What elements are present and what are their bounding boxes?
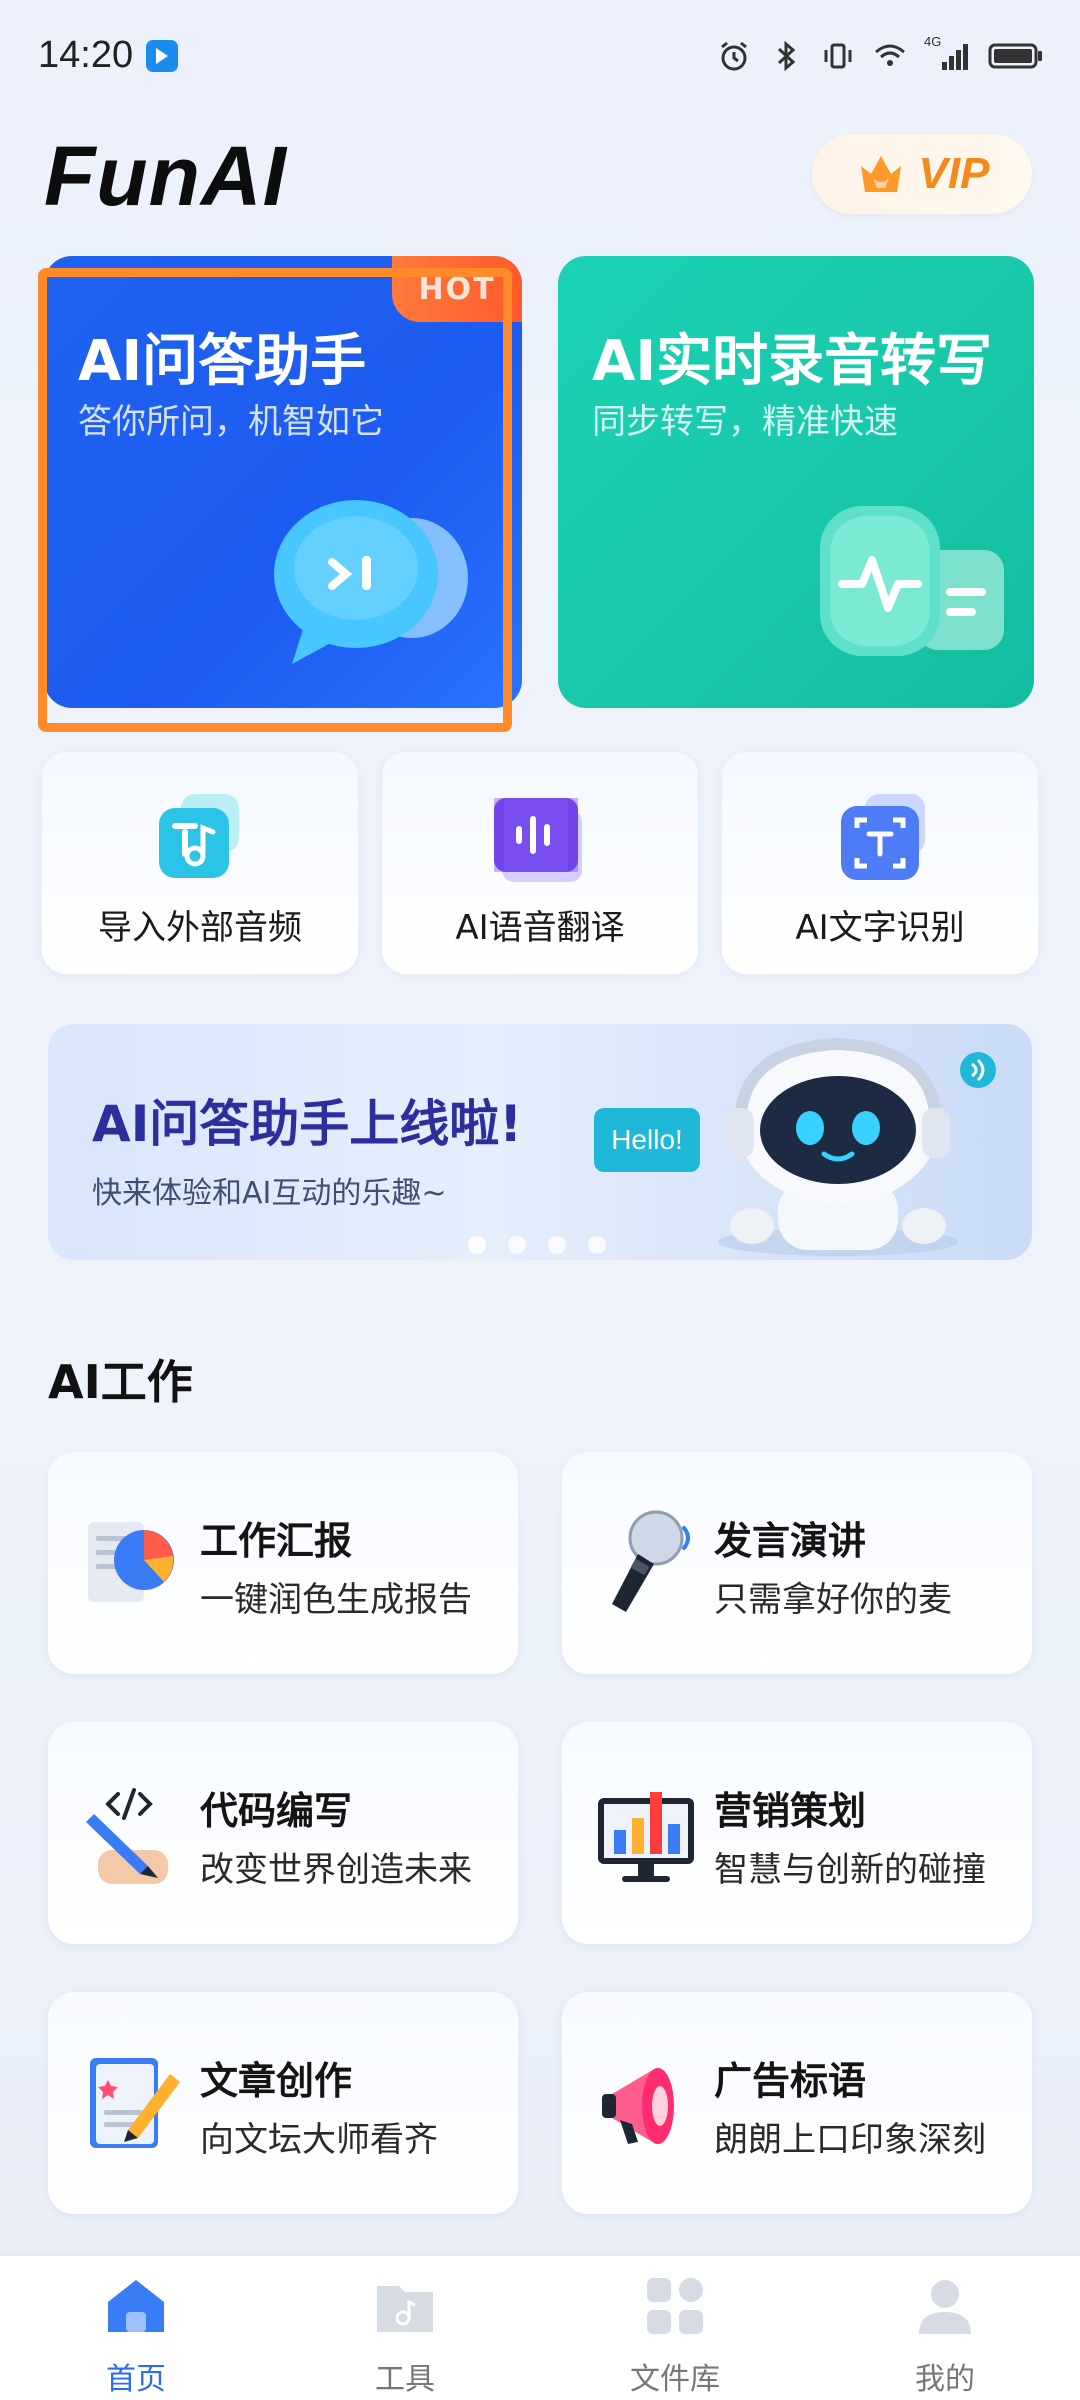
text-scan-icon <box>841 794 925 880</box>
report-chart-icon <box>88 1522 174 1602</box>
work-title: 文章创作 <box>200 2059 353 2103</box>
hero-rec-title: AI实时录音转写 <box>592 329 993 394</box>
hello-bubble: Hello! <box>594 1108 700 1172</box>
vip-button[interactable]: VIP <box>812 134 1032 214</box>
battery-icon <box>988 43 1042 69</box>
nav-label: 我的 <box>915 2362 975 2397</box>
chat-bubble-icon <box>274 500 468 664</box>
nav-item-home[interactable]: 首页 <box>46 2270 226 2397</box>
nav-label: 工具 <box>375 2362 435 2397</box>
nav-item-me[interactable]: 我的 <box>855 2270 1035 2397</box>
microphone-icon <box>612 1510 690 1612</box>
work-subtitle: 向文坛大师看齐 <box>200 2120 438 2160</box>
ai-qa-assistant-card[interactable]: AI问答助手 答你所问，机智如它 HOT <box>44 256 522 708</box>
voice-wave-icon <box>494 798 582 882</box>
tool-label: AI文字识别 <box>795 908 965 948</box>
work-card-slogan[interactable]: 广告标语 朗朗上口印象深刻 <box>562 1992 1032 2214</box>
hero-qa-title: AI问答助手 <box>78 329 367 394</box>
nav-label: 首页 <box>106 2362 166 2397</box>
work-card-code[interactable]: 代码编写 改变世界创造未来 <box>48 1722 518 1944</box>
banner-title: AI问答助手上线啦! <box>92 1095 523 1153</box>
hot-badge: HOT <box>392 256 522 322</box>
ai-realtime-transcribe-card[interactable]: AI实时录音转写 同步转写，精准快速 <box>558 256 1034 708</box>
page-dot[interactable] <box>508 1236 526 1254</box>
work-title: 广告标语 <box>714 2059 867 2103</box>
robot-illustration-icon <box>718 1037 996 1256</box>
nav-label: 文件库 <box>630 2362 720 2397</box>
tool-voice-translate[interactable]: AI语音翻译 <box>382 752 698 974</box>
tool-label: 导入外部音频 <box>98 908 302 948</box>
work-card-speech[interactable]: 发言演讲 只需拿好你的麦 <box>562 1452 1032 1674</box>
page-dot[interactable] <box>468 1236 486 1254</box>
vibrate-icon <box>824 43 852 69</box>
work-title: 工作汇报 <box>200 1519 353 1563</box>
page-dot[interactable] <box>588 1236 606 1254</box>
page-dot[interactable] <box>548 1236 566 1254</box>
tool-label: AI语音翻译 <box>455 908 625 948</box>
profile-icon <box>919 2280 971 2334</box>
work-card-marketing[interactable]: 营销策划 智慧与创新的碰撞 <box>562 1722 1032 1944</box>
file-library-icon <box>647 2278 703 2334</box>
status-icons: 4G <box>716 34 1044 74</box>
status-time: 14:20 <box>38 34 134 76</box>
work-subtitle: 改变世界创造未来 <box>200 1850 472 1890</box>
work-subtitle: 一键润色生成报告 <box>200 1580 472 1620</box>
alarm-icon <box>721 41 747 71</box>
music-import-icon <box>159 794 239 878</box>
section-title: AI工作 <box>48 1355 193 1409</box>
bottom-navigation: 首页 工具 文件库 我的 <box>0 2256 1080 2400</box>
crown-icon <box>860 156 901 192</box>
tools-folder-icon <box>377 2286 433 2332</box>
nav-item-tools[interactable]: 工具 <box>315 2270 495 2397</box>
code-pen-icon <box>86 1788 168 1884</box>
tool-text-recognition[interactable]: AI文字识别 <box>722 752 1038 974</box>
work-title: 代码编写 <box>200 1789 353 1833</box>
work-card-report[interactable]: 工作汇报 一键润色生成报告 <box>48 1452 518 1674</box>
nav-item-files[interactable]: 文件库 <box>585 2270 765 2397</box>
wifi-icon <box>875 44 905 66</box>
home-icon <box>108 2280 164 2332</box>
marketing-monitor-icon <box>598 1792 694 1882</box>
work-title: 发言演讲 <box>714 1519 867 1563</box>
work-subtitle: 朗朗上口印象深刻 <box>714 2120 986 2160</box>
megaphone-icon <box>602 2068 674 2144</box>
work-card-article[interactable]: 文章创作 向文坛大师看齐 <box>48 1992 518 2214</box>
signal-label: 4G <box>924 34 942 49</box>
article-write-icon <box>90 2058 180 2148</box>
app-brand-title: FunAI <box>44 129 287 223</box>
work-subtitle: 智慧与创新的碰撞 <box>714 1850 986 1890</box>
status-bar: 14:20 4G <box>0 0 1080 112</box>
voice-record-icon <box>820 506 1004 656</box>
banner-page-indicator <box>468 1236 606 1254</box>
app-notification-icon <box>146 40 178 72</box>
vip-label: VIP <box>918 149 990 198</box>
work-subtitle: 只需拿好你的麦 <box>714 1580 952 1620</box>
bluetooth-icon <box>777 40 796 72</box>
cellular-signal-icon: 4G <box>924 34 972 74</box>
promo-banner[interactable]: AI问答助手上线啦! 快来体验和AI互动的乐趣~ Hello! <box>48 1024 1032 1260</box>
tool-import-audio[interactable]: 导入外部音频 <box>42 752 358 974</box>
hero-rec-subtitle: 同步转写，精准快速 <box>592 402 898 442</box>
banner-subtitle: 快来体验和AI互动的乐趣~ <box>92 1176 447 1211</box>
work-title: 营销策划 <box>714 1789 867 1833</box>
hero-qa-subtitle: 答你所问，机智如它 <box>78 402 384 442</box>
